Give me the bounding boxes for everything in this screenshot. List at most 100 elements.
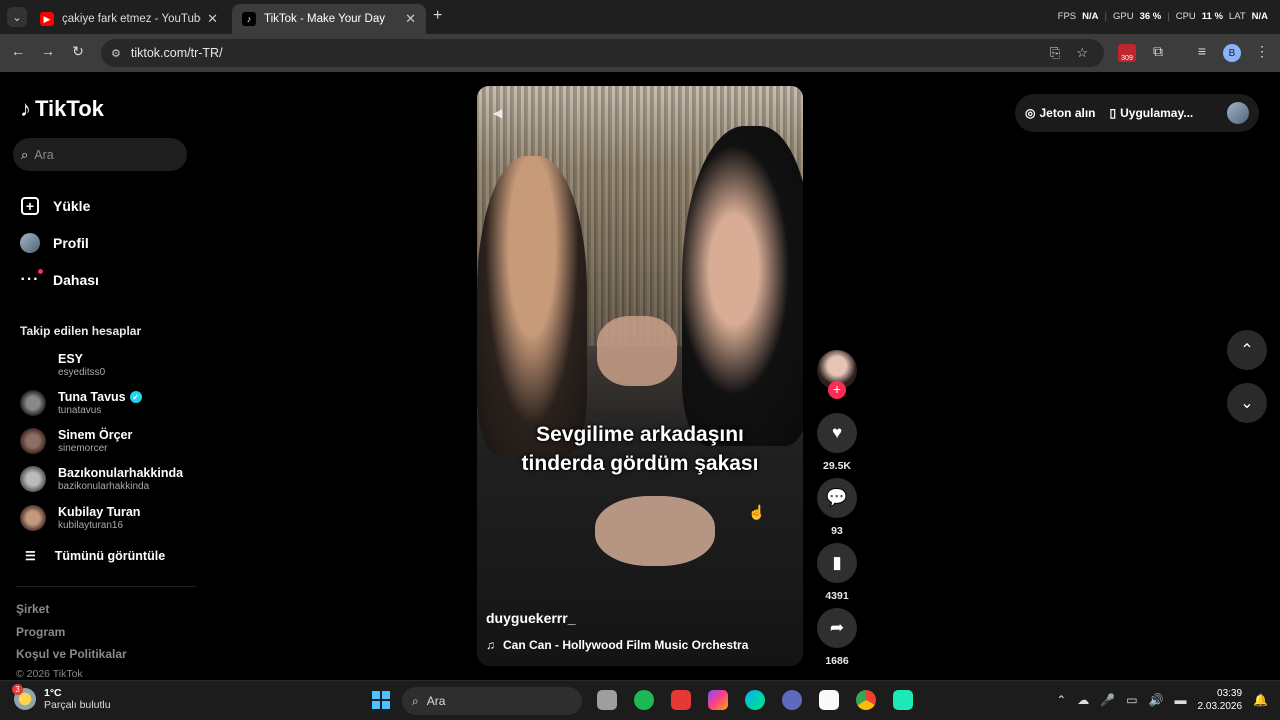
app-red-icon[interactable] bbox=[671, 690, 691, 710]
following-account-esy[interactable]: ESY esyeditss0 bbox=[20, 352, 105, 378]
sidebar-item-more[interactable]: ··· Dahası bbox=[20, 269, 99, 290]
gpu-value: 36 % bbox=[1139, 11, 1162, 22]
footer-link-company[interactable]: Şirket bbox=[16, 602, 49, 616]
save-button[interactable]: ▮ 4391 bbox=[817, 543, 857, 602]
tiktok-icon: ♪ bbox=[242, 12, 256, 26]
fps-label: FPS bbox=[1057, 11, 1077, 22]
app-blue-icon[interactable] bbox=[782, 690, 802, 710]
video-player[interactable]: ◀ Sevgilime arkadaşını tinderda gördüm ş… bbox=[477, 86, 803, 666]
bookmark-star-icon[interactable]: ☆ bbox=[1076, 45, 1088, 61]
caption-line: tinderda gördüm şakası bbox=[521, 452, 759, 475]
share-button[interactable]: ➦ 1686 bbox=[817, 608, 857, 667]
following-account-sinemorcer[interactable]: Sinem Örçer sinemorcer bbox=[20, 428, 132, 454]
upload-icon: + bbox=[20, 196, 40, 216]
see-all-button[interactable]: ☰ Tümünü görüntüle bbox=[25, 549, 165, 563]
tab-tiktok[interactable]: ♪ TikTok - Make Your Day ✕ bbox=[232, 4, 426, 34]
footer-link-program[interactable]: Program bbox=[16, 625, 65, 639]
close-tab-icon[interactable]: ✕ bbox=[207, 11, 218, 27]
file-explorer-icon[interactable] bbox=[597, 690, 617, 710]
account-handle: esyeditss0 bbox=[58, 367, 106, 378]
weather-widget[interactable]: 3 1°C Parçalı bulutlu bbox=[12, 684, 111, 711]
tiktok-logo[interactable]: ♪ TikTok bbox=[20, 96, 104, 122]
tiktok-note-icon: ♪ bbox=[20, 96, 31, 121]
like-button[interactable]: ♥ 29.5K bbox=[817, 413, 857, 472]
notification-icon[interactable]: 🔔 bbox=[1253, 693, 1268, 707]
account-name: ESY bbox=[58, 352, 84, 366]
volume-icon[interactable]: ◀ bbox=[493, 106, 502, 120]
new-tab-button[interactable]: + bbox=[433, 7, 442, 25]
display-icon[interactable]: ▭ bbox=[1126, 693, 1137, 707]
footer-link-terms[interactable]: Koşul ve Politikalar bbox=[16, 647, 127, 661]
list-icon: ☰ bbox=[25, 549, 36, 563]
profile-avatar[interactable]: B bbox=[1223, 44, 1241, 62]
profile-initial: B bbox=[1228, 47, 1236, 59]
comment-button[interactable]: 💬 93 bbox=[817, 478, 857, 537]
heart-icon: ♥ bbox=[817, 413, 857, 453]
sidebar-divider bbox=[16, 586, 196, 587]
get-app-button[interactable]: ▯ Uygulamay... bbox=[1110, 106, 1194, 120]
hand-cursor-icon: ☝ bbox=[748, 504, 766, 520]
get-coins-label: Jeton alın bbox=[1039, 106, 1096, 120]
back-icon[interactable]: ← bbox=[8, 43, 28, 59]
following-account-tunatavus[interactable]: Tuna Tavus ✓ tunatavus bbox=[20, 390, 142, 416]
get-coins-button[interactable]: ◎ Jeton alın bbox=[1025, 106, 1096, 120]
browser-tab-strip: ⌄ ▶ çakiye fark etmez - YouTube ✕ ♪ TikT… bbox=[0, 0, 1280, 34]
close-tab-icon[interactable]: ✕ bbox=[405, 11, 416, 27]
video-hand bbox=[595, 496, 715, 566]
tab-search-button[interactable]: ⌄ bbox=[7, 7, 27, 27]
follow-plus-icon[interactable]: + bbox=[828, 381, 846, 399]
site-info-icon[interactable]: ⚙ bbox=[111, 47, 121, 60]
video-hand bbox=[597, 316, 677, 386]
sidebar-item-label: Dahası bbox=[53, 272, 99, 288]
gpu-label: GPU bbox=[1112, 11, 1134, 22]
microphone-icon[interactable]: 🎤 bbox=[1100, 693, 1115, 707]
video-person-left bbox=[477, 156, 587, 456]
chrome-menu-icon[interactable]: ⋮ bbox=[1252, 43, 1272, 60]
previous-video-button[interactable]: ⌃ bbox=[1227, 330, 1267, 370]
caption-line: Sevgilime arkadaşını bbox=[536, 423, 744, 446]
spotify-icon[interactable] bbox=[634, 690, 654, 710]
media-controls-icon[interactable]: ≡ bbox=[1192, 43, 1212, 59]
following-account-kubilayturan[interactable]: Kubilay Turan kubilayturan16 bbox=[20, 505, 140, 531]
verified-badge-icon: ✓ bbox=[129, 391, 142, 403]
extensions-icon[interactable]: ⧉ bbox=[1148, 43, 1168, 60]
reload-icon[interactable]: ↻ bbox=[68, 43, 88, 60]
battery-icon[interactable]: ▬ bbox=[1175, 693, 1187, 707]
video-author[interactable]: duyguekerrr_ bbox=[486, 610, 575, 626]
avatar[interactable] bbox=[1227, 102, 1249, 124]
chevron-up-icon[interactable]: ⌃ bbox=[1056, 693, 1066, 707]
save-count: 4391 bbox=[825, 590, 849, 602]
address-bar[interactable]: ⚙ tiktok.com/tr-TR/ bbox=[101, 39, 1104, 67]
lat-label: LAT bbox=[1228, 11, 1246, 22]
bookmark-icon: ▮ bbox=[817, 543, 857, 583]
extension-badge-icon[interactable]: 309 bbox=[1118, 44, 1136, 62]
search-icon: ⌕ bbox=[412, 693, 419, 708]
music-note-icon: ♫ bbox=[486, 638, 495, 652]
tiktok-page: ♪ TikTok ⌕ Ara + Yükle Profil ··· Dahası… bbox=[0, 72, 1280, 680]
search-input[interactable]: ⌕ Ara bbox=[13, 138, 187, 171]
clock[interactable]: 03:39 2.03.2026 bbox=[1198, 687, 1243, 713]
speaker-icon[interactable]: 🔊 bbox=[1149, 693, 1164, 707]
store-icon[interactable] bbox=[819, 690, 839, 710]
coin-icon: ◎ bbox=[1025, 106, 1036, 120]
video-music[interactable]: ♫ Can Can - Hollywood Film Music Orchest… bbox=[486, 638, 748, 652]
app-green-icon[interactable] bbox=[893, 690, 913, 710]
install-app-icon[interactable]: ⎘ bbox=[1050, 45, 1060, 61]
temperature: 1°C bbox=[44, 687, 62, 699]
copilot-icon[interactable] bbox=[708, 690, 728, 710]
following-account-bazikonularhakkinda[interactable]: Bazıkonularhakkinda bazikonularhakkinda bbox=[20, 466, 183, 492]
clock-date: 2.03.2026 bbox=[1197, 701, 1243, 712]
taskbar-search[interactable]: ⌕ Ara bbox=[402, 687, 582, 715]
following-header: Takip edilen hesaplar bbox=[20, 324, 142, 338]
sidebar-item-upload[interactable]: + Yükle bbox=[20, 196, 90, 216]
chevron-down-icon: ⌄ bbox=[1240, 395, 1254, 412]
forward-icon[interactable]: → bbox=[38, 43, 58, 59]
account-handle: bazikonularhakkinda bbox=[58, 481, 150, 492]
onedrive-icon[interactable]: ☁ bbox=[1077, 693, 1089, 707]
sidebar-item-profile[interactable]: Profil bbox=[20, 233, 89, 253]
chrome-icon[interactable] bbox=[856, 690, 876, 710]
windows-start-icon[interactable] bbox=[372, 691, 390, 709]
edge-icon[interactable] bbox=[745, 690, 765, 710]
tab-youtube[interactable]: ▶ çakiye fark etmez - YouTube ✕ bbox=[30, 4, 228, 34]
next-video-button[interactable]: ⌄ bbox=[1227, 383, 1267, 423]
